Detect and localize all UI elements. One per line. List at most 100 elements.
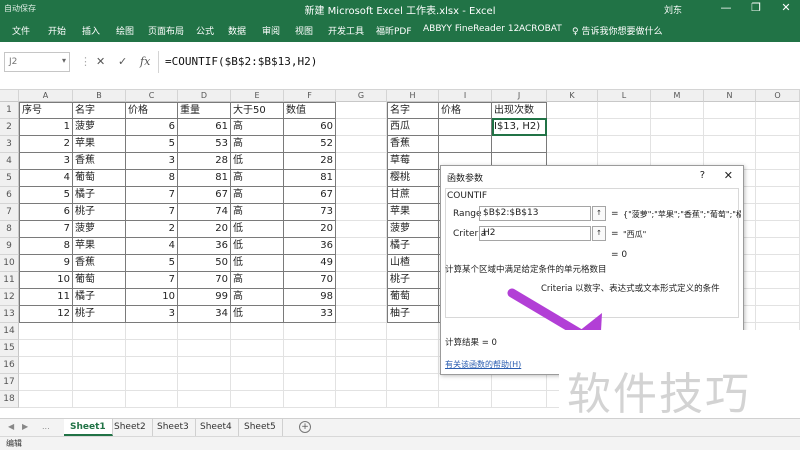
row-header-4[interactable]: 4 <box>0 153 19 170</box>
table-cell[interactable]: 高 <box>231 187 284 204</box>
column-header-m[interactable]: M <box>651 90 704 102</box>
tab-home[interactable]: 开始 <box>48 24 66 37</box>
table-cell[interactable]: 7 <box>126 187 178 204</box>
table-header-cell[interactable]: 数值 <box>284 102 336 119</box>
grid-cell[interactable] <box>231 323 284 340</box>
tab-foxit-pdf[interactable]: 福昕PDF <box>376 24 412 37</box>
grid-cell[interactable] <box>19 374 73 391</box>
grid-cell[interactable] <box>439 391 492 408</box>
lookup-price-cell[interactable] <box>439 136 492 153</box>
table-cell[interactable]: 11 <box>19 289 73 306</box>
table-cell[interactable]: 53 <box>178 136 231 153</box>
grid-cell[interactable] <box>756 221 800 238</box>
table-cell[interactable]: 低 <box>231 306 284 323</box>
table-cell[interactable]: 6 <box>19 204 73 221</box>
table-cell[interactable]: 高 <box>231 289 284 306</box>
table-cell[interactable]: 4 <box>126 238 178 255</box>
lookup-name-cell[interactable]: 西瓜 <box>387 119 439 136</box>
name-box[interactable]: J2 ▾ <box>4 52 70 72</box>
tab-review[interactable]: 审阅 <box>262 24 280 37</box>
table-header-cell[interactable]: 大于50 <box>231 102 284 119</box>
table-cell[interactable]: 低 <box>231 255 284 272</box>
table-cell[interactable]: 20 <box>284 221 336 238</box>
table-cell[interactable]: 桃子 <box>73 204 126 221</box>
grid-cell[interactable] <box>651 119 704 136</box>
grid-cell[interactable] <box>336 136 387 153</box>
close-icon[interactable]: ✕ <box>724 169 733 182</box>
column-header-i[interactable]: I <box>439 90 492 102</box>
table-cell[interactable]: 36 <box>178 238 231 255</box>
table-cell[interactable]: 70 <box>284 272 336 289</box>
lookup-name-cell[interactable]: 香蕉 <box>387 136 439 153</box>
grid-cell[interactable] <box>547 136 598 153</box>
tab-draw[interactable]: 绘图 <box>116 24 134 37</box>
column-header-f[interactable]: F <box>284 90 336 102</box>
table-cell[interactable]: 50 <box>178 255 231 272</box>
grid-cell[interactable] <box>598 119 651 136</box>
grid-cell[interactable] <box>336 340 387 357</box>
row-header-15[interactable]: 15 <box>0 340 19 357</box>
column-header-h[interactable]: H <box>387 90 439 102</box>
grid-cell[interactable] <box>756 170 800 187</box>
lookup-name-cell[interactable]: 葡萄 <box>387 289 439 306</box>
tab-insert[interactable]: 插入 <box>82 24 100 37</box>
grid-cell[interactable] <box>336 289 387 306</box>
table-cell[interactable]: 苹果 <box>73 136 126 153</box>
grid-cell[interactable] <box>336 187 387 204</box>
grid-cell[interactable] <box>387 340 439 357</box>
grid-cell[interactable] <box>336 153 387 170</box>
table-cell[interactable]: 99 <box>178 289 231 306</box>
grid-cell[interactable] <box>756 204 800 221</box>
table-cell[interactable]: 1 <box>19 119 73 136</box>
grid-cell[interactable] <box>439 374 492 391</box>
column-header-g[interactable]: G <box>336 90 387 102</box>
grid-cell[interactable] <box>178 391 231 408</box>
grid-cell[interactable] <box>73 340 126 357</box>
row-header-5[interactable]: 5 <box>0 170 19 187</box>
table-cell[interactable]: 33 <box>284 306 336 323</box>
table-cell[interactable]: 橘子 <box>73 289 126 306</box>
table-header-cell[interactable]: 名字 <box>73 102 126 119</box>
grid-cell[interactable] <box>336 374 387 391</box>
tell-me-search[interactable]: ♀ 告诉我你想要做什么 <box>572 24 662 37</box>
column-header-k[interactable]: K <box>547 90 598 102</box>
table-cell[interactable]: 5 <box>126 136 178 153</box>
grid-cell[interactable] <box>336 221 387 238</box>
grid-cell[interactable] <box>651 136 704 153</box>
column-header-a[interactable]: A <box>19 90 73 102</box>
grid-cell[interactable] <box>19 391 73 408</box>
user-name[interactable]: 刘东 <box>664 3 682 16</box>
table-cell[interactable]: 73 <box>284 204 336 221</box>
table-cell[interactable]: 67 <box>284 187 336 204</box>
tab-acrobat[interactable]: ACROBAT <box>519 24 562 34</box>
row-header-18[interactable]: 18 <box>0 391 19 408</box>
select-all-corner[interactable] <box>0 90 19 102</box>
table-cell[interactable]: 52 <box>284 136 336 153</box>
table-cell[interactable]: 葡萄 <box>73 272 126 289</box>
range-input[interactable]: $B$2:$B$13 <box>479 206 591 221</box>
row-header-14[interactable]: 14 <box>0 323 19 340</box>
grid-cell[interactable] <box>231 340 284 357</box>
more-sheets-icon[interactable]: ... <box>42 422 50 431</box>
grid-cell[interactable] <box>126 391 178 408</box>
grid-cell[interactable] <box>547 102 598 119</box>
tab-developer[interactable]: 开发工具 <box>328 24 364 37</box>
table-header-cell[interactable]: 重量 <box>178 102 231 119</box>
table-cell[interactable]: 低 <box>231 221 284 238</box>
grid-cell[interactable] <box>126 374 178 391</box>
row-header-3[interactable]: 3 <box>0 136 19 153</box>
grid-cell[interactable] <box>336 170 387 187</box>
next-sheet-icon[interactable]: ▶ <box>22 422 28 431</box>
column-header-b[interactable]: B <box>73 90 126 102</box>
row-header-11[interactable]: 11 <box>0 272 19 289</box>
grid-cell[interactable] <box>756 306 800 323</box>
grid-cell[interactable] <box>231 374 284 391</box>
table-cell[interactable]: 菠萝 <box>73 119 126 136</box>
row-header-9[interactable]: 9 <box>0 238 19 255</box>
help-icon[interactable]: ? <box>700 170 705 181</box>
close-button[interactable]: ✕ <box>778 1 794 14</box>
sheet-tab-sheet3[interactable]: Sheet3 <box>151 419 196 436</box>
lookup-name-cell[interactable]: 樱桃 <box>387 170 439 187</box>
table-cell[interactable]: 67 <box>178 187 231 204</box>
grid-cell[interactable] <box>231 391 284 408</box>
